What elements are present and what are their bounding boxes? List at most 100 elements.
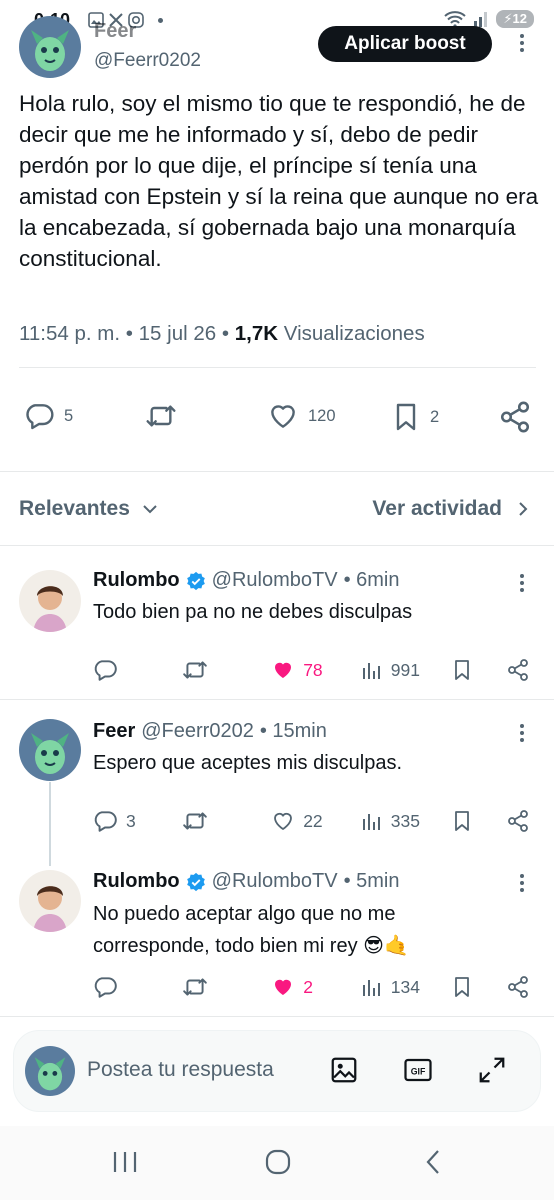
views-bar-icon [362, 980, 380, 996]
reply-header: Rulombo @RulomboTV • 5min [93, 870, 399, 893]
reply-more-options-icon[interactable] [515, 724, 529, 742]
tweet-date: 15 jul 26 [138, 322, 217, 345]
share-action[interactable] [498, 400, 532, 434]
reply-icon [94, 660, 117, 681]
share-icon [508, 810, 528, 832]
bookmark-action[interactable] [450, 974, 476, 1000]
apply-boost-button[interactable]: Aplicar boost [318, 26, 492, 62]
reply-time: • 15min [259, 720, 327, 742]
share-action[interactable] [506, 658, 532, 682]
svg-text:GIF: GIF [411, 1066, 426, 1076]
repost-icon [182, 978, 207, 996]
home-icon [265, 1149, 291, 1175]
repost-action[interactable] [182, 808, 242, 834]
gif-icon: GIF [404, 1058, 432, 1082]
reply-text: No puedo aceptar algo que no me correspo… [93, 903, 409, 957]
chevron-right-icon [519, 502, 528, 516]
author-handle[interactable]: @Feerr0202 [94, 50, 201, 72]
divider [0, 471, 554, 472]
heart-icon [274, 812, 293, 831]
battery-indicator: ⚡12 [496, 10, 534, 28]
view-activity-link[interactable]: Ver actividad [372, 497, 530, 521]
reply-author-handle[interactable]: @RulomboTV [212, 569, 338, 592]
author-name[interactable]: Feer [94, 20, 136, 43]
reply-author-handle[interactable]: @Feerr0202 [141, 720, 254, 743]
reply-input-placeholder[interactable]: Postea tu respuesta [87, 1058, 274, 1082]
repost-icon [146, 405, 176, 427]
reply-action[interactable]: 3 [92, 808, 152, 834]
author-avatar[interactable] [19, 16, 81, 78]
home-button[interactable] [265, 1149, 291, 1175]
views-bar-icon [362, 814, 380, 830]
repost-action[interactable] [182, 657, 242, 683]
gif-button[interactable]: GIF [403, 1055, 433, 1085]
reply-time: • 6min [343, 569, 400, 591]
views-action[interactable]: 991 [361, 659, 421, 681]
recent-apps-button[interactable] [112, 1150, 138, 1174]
reply-more-options-icon[interactable] [515, 574, 529, 592]
repost-action[interactable] [143, 400, 179, 432]
bookmark-icon [455, 660, 470, 680]
composer-avatar [25, 1046, 75, 1096]
share-icon [508, 659, 528, 681]
meta-separator: • [125, 322, 133, 345]
like-action[interactable]: 22 [271, 809, 331, 833]
tweet-more-options-icon[interactable] [515, 34, 529, 52]
like-action[interactable]: 2 [271, 975, 331, 999]
like-action[interactable]: 120 [266, 400, 336, 432]
views-action[interactable]: 134 [361, 976, 421, 998]
share-icon [500, 401, 530, 433]
reply-author-handle[interactable]: @RulomboTV [212, 870, 338, 893]
more-notifications-dot-icon [158, 17, 163, 23]
back-button[interactable] [424, 1149, 442, 1175]
reply-header: Feer @Feerr0202 • 15min [93, 720, 327, 743]
bookmark-action[interactable] [450, 808, 476, 834]
verified-badge-icon [186, 872, 205, 891]
divider [0, 1016, 554, 1017]
tweet-meta: 11:54 p. m. • 15 jul 26 • 1,7K Visualiza… [19, 322, 425, 346]
reply-avatar[interactable] [19, 719, 81, 781]
views-label[interactable]: Visualizaciones [284, 322, 425, 345]
bookmark-action[interactable] [450, 657, 476, 683]
tweet-text: Hola rulo, soy el mismo tio que te respo… [19, 91, 539, 271]
bookmark-count: 2 [430, 407, 440, 426]
reply-actions: 2 134 [92, 974, 532, 1000]
reply-avatar[interactable] [19, 570, 81, 632]
reply-icon [94, 811, 117, 832]
reply-time: • 5min [343, 870, 400, 892]
reply-text: Todo bien pa no ne debes disculpas [93, 601, 413, 623]
image-button[interactable] [329, 1055, 359, 1085]
recent-apps-icon [113, 1152, 137, 1172]
reply-header: Rulombo @RulomboTV • 6min [93, 569, 399, 592]
views-count: 991 [390, 659, 420, 680]
reply-action[interactable] [92, 974, 152, 1000]
share-action[interactable] [506, 975, 532, 999]
views-action[interactable]: 335 [361, 810, 421, 832]
share-action[interactable] [506, 809, 532, 833]
reply-more-options-icon[interactable] [515, 874, 529, 892]
reply-author-name[interactable]: Rulombo [93, 870, 180, 893]
heart-icon [271, 405, 295, 428]
reply-text: Espero que aceptes mis disculpas. [93, 752, 403, 774]
reply-action[interactable] [92, 657, 152, 683]
reply-icon [26, 404, 54, 430]
tweet-time: 11:54 p. m. [19, 322, 121, 345]
expand-button[interactable] [477, 1055, 507, 1085]
sort-dropdown[interactable]: Relevantes [19, 497, 160, 521]
share-icon [508, 976, 528, 998]
sort-label: Relevantes [19, 497, 130, 520]
image-icon [331, 1057, 357, 1083]
reply-action[interactable]: 5 [22, 400, 73, 432]
bookmark-action[interactable]: 2 [390, 400, 439, 434]
reply-author-name[interactable]: Feer [93, 720, 135, 743]
views-count[interactable]: 1,7K [235, 322, 278, 345]
reply-avatar[interactable] [19, 870, 81, 932]
activity-label: Ver actividad [372, 497, 502, 520]
heart-filled-icon [275, 979, 292, 995]
like-action[interactable]: 78 [271, 658, 331, 682]
views-count: 335 [390, 810, 420, 831]
reply-author-name[interactable]: Rulombo [93, 569, 180, 592]
repost-action[interactable] [182, 974, 242, 1000]
reply-count: 3 [126, 810, 136, 831]
bookmark-icon [455, 977, 470, 997]
